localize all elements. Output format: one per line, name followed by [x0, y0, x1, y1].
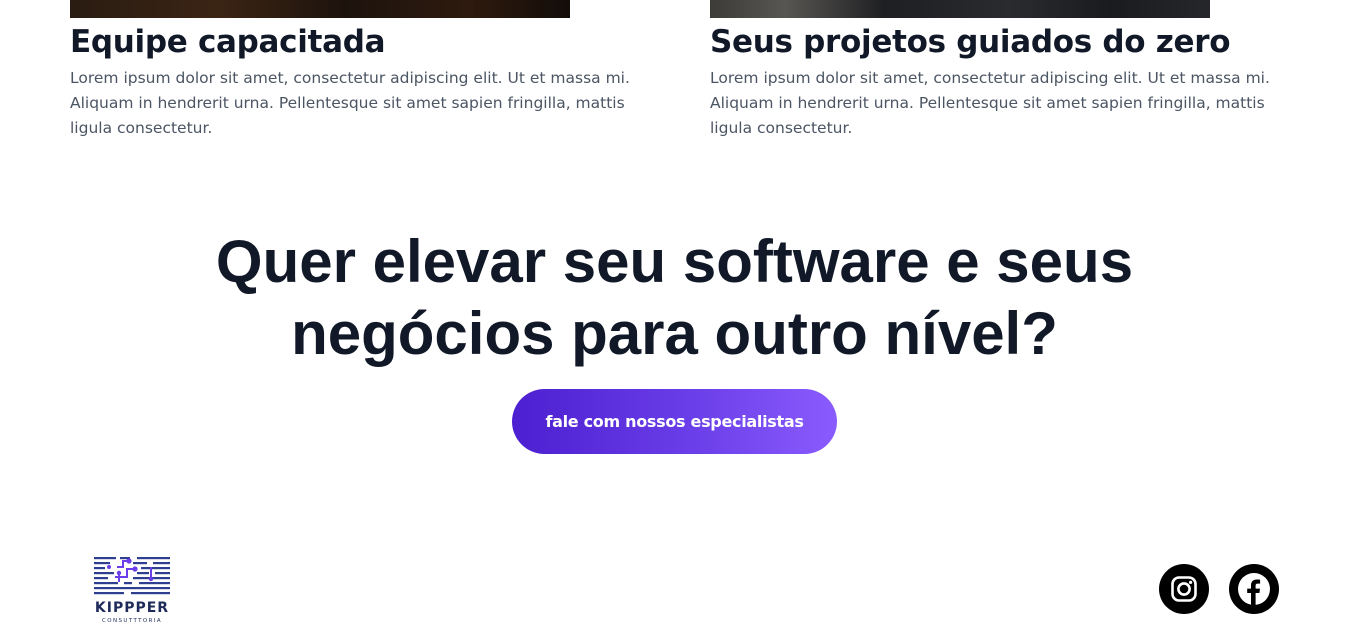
feature-text-projects: Lorem ipsum dolor sit amet, consectetur … [710, 69, 1270, 137]
team-photo [70, 0, 570, 18]
kippper-logo[interactable]: KIPPPER CONSUTTTORIA [93, 555, 171, 627]
contact-specialists-button[interactable]: fale com nossos especialistas [512, 389, 837, 454]
instagram-link[interactable] [1159, 564, 1209, 614]
instagram-icon [1171, 576, 1197, 602]
feature-text-team: Lorem ipsum dolor sit amet, consectetur … [70, 69, 630, 137]
feature-title-team: Equipe capacitada [70, 24, 386, 60]
logo-circuit-icon [94, 557, 170, 595]
logo-tagline: CONSUTTTORIA [101, 618, 163, 624]
facebook-icon [1238, 573, 1270, 605]
feature-title-projects: Seus projetos guiados do zero [710, 24, 1231, 60]
projects-photo [710, 0, 1210, 18]
cta-heading-line-2: negócios para outro nível? [291, 300, 1058, 367]
cta-heading: Quer elevar seu software e seus negócios… [0, 226, 1349, 370]
cta-heading-line-1: Quer elevar seu software e seus [215, 228, 1134, 295]
facebook-link[interactable] [1229, 564, 1279, 614]
logo-wordmark: KIPPPER [94, 600, 170, 616]
